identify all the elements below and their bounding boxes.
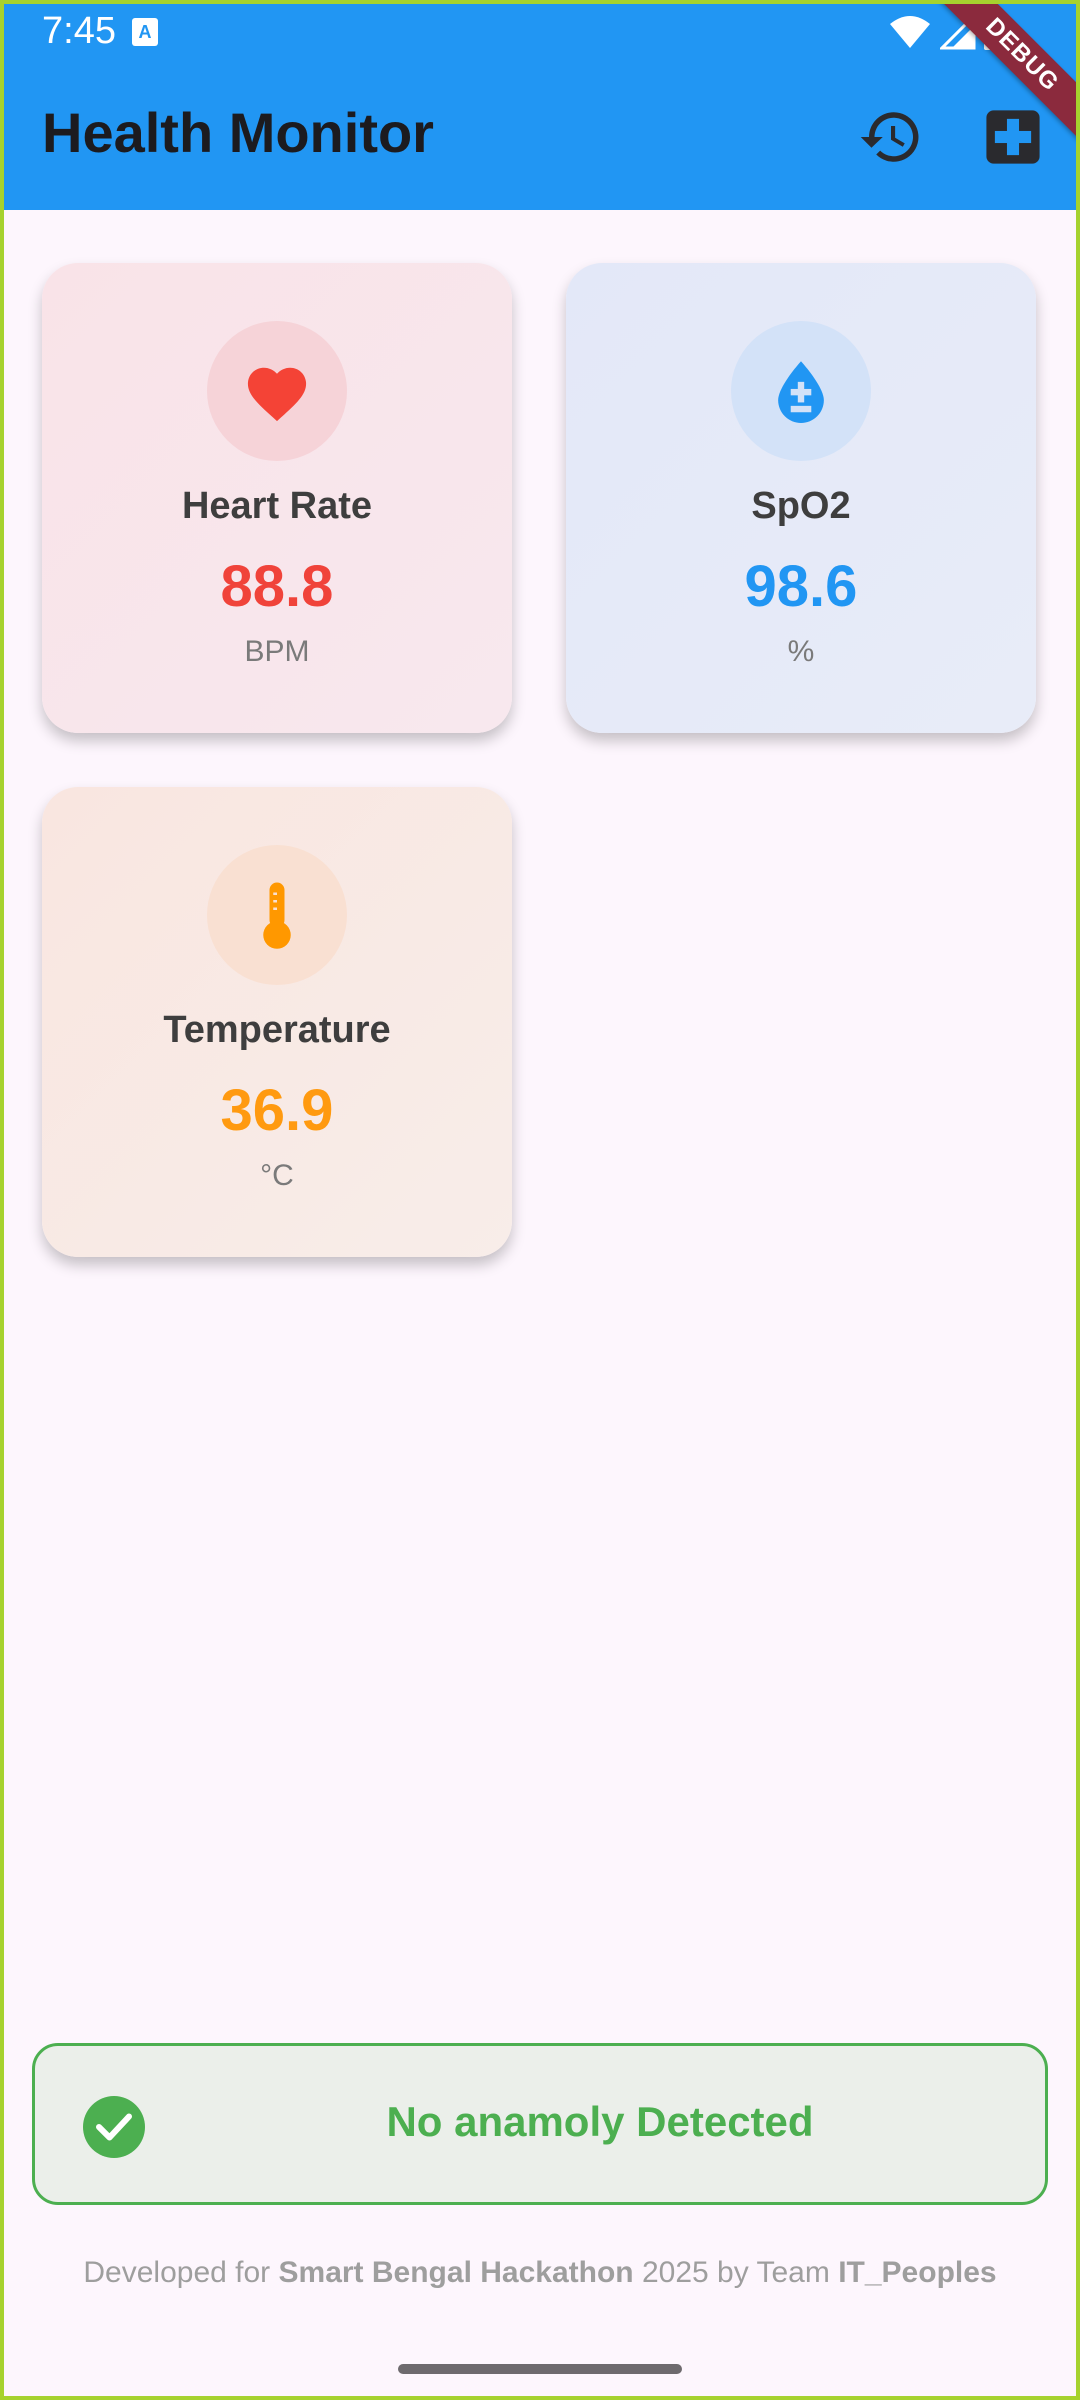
footer-team: IT_Peoples bbox=[838, 2256, 997, 2289]
heart-icon-circle bbox=[207, 321, 347, 461]
water-drop-icon-circle bbox=[731, 321, 871, 461]
thermometer-icon bbox=[263, 882, 291, 949]
footer-prefix: Developed for bbox=[83, 2256, 279, 2289]
wifi-icon bbox=[890, 16, 930, 48]
thermometer-icon-circle bbox=[207, 845, 347, 985]
medical-add-icon[interactable] bbox=[984, 108, 1042, 166]
card-value: 98.6 bbox=[744, 554, 858, 619]
status-banner: No anamoly Detected bbox=[32, 2043, 1048, 2205]
page-title: Health Monitor bbox=[42, 101, 434, 164]
a-icon: A bbox=[132, 18, 158, 46]
footer-middle: 2025 by Team bbox=[633, 2256, 839, 2289]
status-text: No anamoly Detected bbox=[386, 2098, 814, 2145]
status-time: 7:45 bbox=[42, 10, 116, 52]
card-unit: °C bbox=[260, 1159, 294, 1192]
water-drop-icon bbox=[778, 361, 824, 423]
temperature-card[interactable]: Temperature 36.9 °C bbox=[42, 787, 512, 1257]
heart-rate-card[interactable]: Heart Rate 88.8 BPM bbox=[42, 263, 512, 733]
card-label: Heart Rate bbox=[181, 485, 373, 527]
card-value: 88.8 bbox=[220, 554, 334, 619]
history-icon[interactable] bbox=[858, 104, 924, 170]
card-unit: % bbox=[787, 635, 815, 668]
spo2-card[interactable]: SpO2 98.6 % bbox=[566, 263, 1036, 733]
check-circle-icon bbox=[83, 2096, 145, 2158]
heart-icon bbox=[247, 367, 307, 422]
footer-credit: Developed for Smart Bengal Hackathon 202… bbox=[0, 2256, 1080, 2290]
card-unit: BPM bbox=[244, 635, 310, 668]
footer-event: Smart Bengal Hackathon bbox=[278, 2256, 634, 2289]
card-value: 36.9 bbox=[220, 1078, 334, 1143]
card-label: Temperature bbox=[163, 1009, 391, 1051]
card-label: SpO2 bbox=[751, 485, 851, 527]
app-bar: 7:45 A DEBUG Health Monitor bbox=[0, 0, 1080, 210]
home-indicator[interactable] bbox=[398, 2364, 682, 2374]
